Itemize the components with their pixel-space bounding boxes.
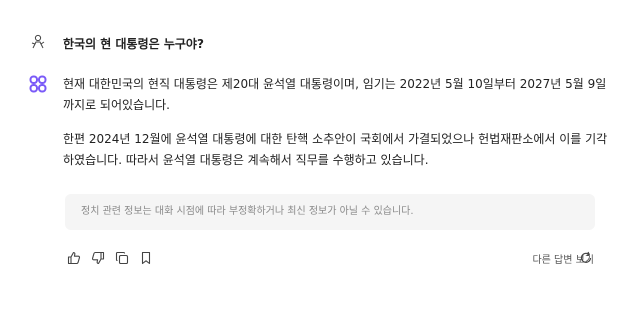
answer-paragraph-1: 현재 대한민국의 현직 대통령은 제20대 윤석열 대통령이며, 임기는 202…	[63, 77, 607, 112]
copy-icon	[115, 251, 129, 265]
user-avatar-icon	[31, 34, 45, 49]
thumbs-down-icon	[91, 251, 105, 265]
thumbs-up-icon	[67, 251, 81, 265]
bookmark-button[interactable]	[138, 250, 154, 266]
response-actions	[66, 250, 154, 266]
answer-paragraph-2: 한편 2024년 12월에 윤석열 대통령에 대한 탄핵 소추안이 국회에서 가…	[63, 132, 608, 167]
copy-button[interactable]	[114, 250, 130, 266]
refresh-icon[interactable]	[578, 250, 594, 266]
political-info-notice: 정치 관련 정보는 대화 시점에 따라 부정확하거나 최신 정보가 아닐 수 있…	[65, 194, 595, 230]
thumbs-up-button[interactable]	[66, 250, 82, 266]
user-question: 한국의 현 대통령은 누구야?	[63, 37, 204, 51]
assistant-answer: 현재 대한민국의 현직 대통령은 제20대 윤석열 대통령이며, 임기는 202…	[63, 74, 608, 171]
thumbs-down-button[interactable]	[90, 250, 106, 266]
bookmark-icon	[141, 251, 151, 265]
assistant-logo-icon	[29, 75, 47, 93]
